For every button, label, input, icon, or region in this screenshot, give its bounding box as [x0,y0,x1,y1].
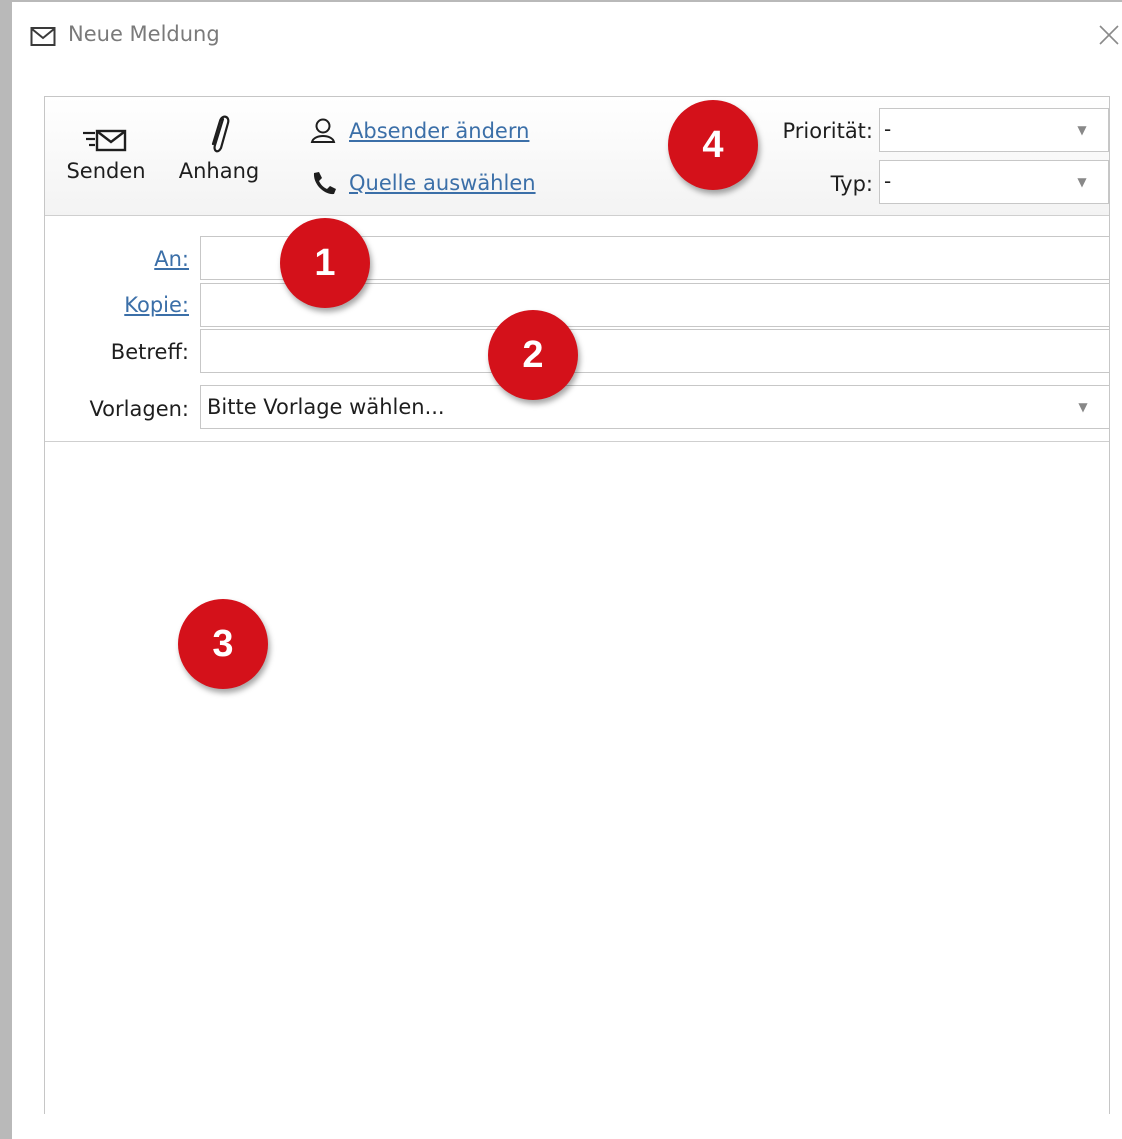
templates-label: Vorlagen: [89,397,189,421]
change-sender-link[interactable]: Absender ändern [309,117,529,145]
callout-marker-4: 4 [668,100,758,190]
envelope-icon [30,27,56,46]
priority-label: Priorität: [782,119,874,143]
close-icon[interactable] [1094,20,1122,48]
cc-label-link[interactable]: Kopie: [49,293,189,317]
toolbar: Senden Anhang Absender ändern Quelle aus… [45,97,1109,216]
templates-value: Bitte Vorlage wählen... [207,395,445,419]
select-source-label: Quelle auswählen [349,171,536,195]
callout-marker-1: 1 [280,218,370,308]
change-sender-label: Absender ändern [349,119,530,143]
chevron-down-icon: ▼ [1078,400,1088,414]
type-value: - [884,169,892,193]
type-label: Typ: [830,172,873,196]
person-icon [310,118,336,143]
chevron-down-icon: ▼ [1077,123,1087,137]
send-button[interactable]: Senden [59,125,153,183]
subject-label: Betreff: [110,340,189,364]
type-select[interactable]: - ▼ [879,160,1109,204]
window-title: Neue Meldung [68,22,220,46]
to-label-link[interactable]: An: [49,247,189,271]
title-bar: Neue Meldung [12,2,1122,74]
select-source-link[interactable]: Quelle auswählen [309,169,536,197]
priority-select[interactable]: - ▼ [879,108,1109,152]
attach-button[interactable]: Anhang [173,111,265,183]
callout-marker-3: 3 [178,599,268,689]
chevron-down-icon: ▼ [1077,175,1087,189]
subject-field[interactable] [200,329,1110,373]
paperclip-icon [211,115,230,153]
callout-marker-2: 2 [488,310,578,400]
send-mail-icon [83,129,127,152]
templates-select[interactable]: Bitte Vorlage wählen... ▼ [200,385,1110,429]
attach-label: Anhang [178,159,260,183]
new-message-window: Neue Meldung Senden Anhang Absender ände… [0,0,1122,1139]
message-body[interactable] [45,441,1109,1114]
priority-value: - [884,117,892,141]
phone-icon [313,172,336,195]
send-label: Senden [66,159,146,183]
